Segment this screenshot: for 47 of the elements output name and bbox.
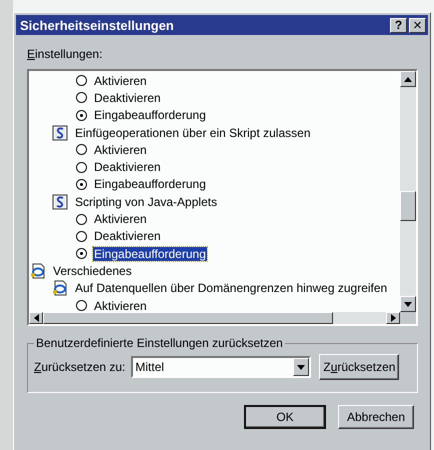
arrow-icon: [34, 314, 38, 322]
ok-button[interactable]: OK: [244, 405, 326, 429]
arrow-icon: [390, 314, 396, 322]
tree-item[interactable]: Deaktivieren: [93, 160, 162, 174]
radio-button[interactable]: [76, 248, 87, 260]
page-icon: [52, 280, 68, 296]
arrow-icon: [297, 364, 306, 370]
close-button[interactable]: ×: [409, 18, 426, 32]
window-title: Sicherheitseinstellungen: [20, 18, 175, 32]
tree-item[interactable]: Scripting von Java-Applets: [74, 194, 218, 209]
scrollbar-thumb[interactable]: [400, 191, 416, 221]
arrow-icon: [404, 76, 412, 82]
radio-button[interactable]: [76, 92, 87, 104]
radio-button[interactable]: [76, 75, 87, 86]
radio-button[interactable]: [76, 162, 87, 173]
page-icon: [30, 262, 46, 279]
level-dropdown[interactable]: Mittel: [131, 356, 312, 378]
scrollbar-corner: [400, 312, 416, 324]
tree-item[interactable]: Aktivieren: [93, 142, 148, 157]
reset-button[interactable]: Zurücksetzen: [319, 354, 400, 380]
script-icon: [52, 124, 68, 141]
tree-item[interactable]: Auf Datenquellen über Domänengrenzen hinweg zugreifen: [74, 281, 388, 296]
cancel-button[interactable]: Abbrechen: [338, 405, 414, 429]
tree-item[interactable]: Aktivieren: [93, 212, 148, 226]
radio-button[interactable]: [76, 110, 87, 121]
reset-label: Zurücksetzen zu:: [34, 360, 126, 374]
radio-button[interactable]: [76, 144, 87, 156]
radio-button[interactable]: [76, 230, 87, 242]
help-button[interactable]: ?: [390, 18, 407, 32]
tree-item[interactable]: Aktivieren: [93, 298, 148, 312]
tree-item[interactable]: Einfügeoperationen über ein Skript zulassen: [74, 126, 312, 140]
settings-label: Einstellungen:: [27, 47, 104, 61]
arrow-icon: [404, 302, 412, 306]
radio-button[interactable]: [76, 214, 87, 225]
group-title: Benutzerdefinierte Einstellungen zurücksetzen: [35, 336, 284, 350]
radio-button[interactable]: [76, 300, 87, 311]
script-icon: [52, 194, 68, 210]
tree-item[interactable]: Deaktivieren: [93, 229, 162, 244]
tree-item[interactable]: Deaktivieren: [93, 90, 162, 105]
tree-item[interactable]: Eingabeaufforderung: [93, 177, 207, 192]
tree-item[interactable]: Verschiedenes: [52, 264, 133, 278]
tree-item[interactable]: Aktivieren: [93, 74, 148, 88]
tree-item[interactable]: Eingabeaufforderung: [93, 108, 207, 122]
vertical-scrollbar[interactable]: [400, 71, 416, 312]
horizontal-scrollbar[interactable]: [29, 312, 400, 324]
tree-item[interactable]: Eingabeaufforderung: [93, 246, 207, 261]
radio-button[interactable]: [76, 178, 87, 190]
